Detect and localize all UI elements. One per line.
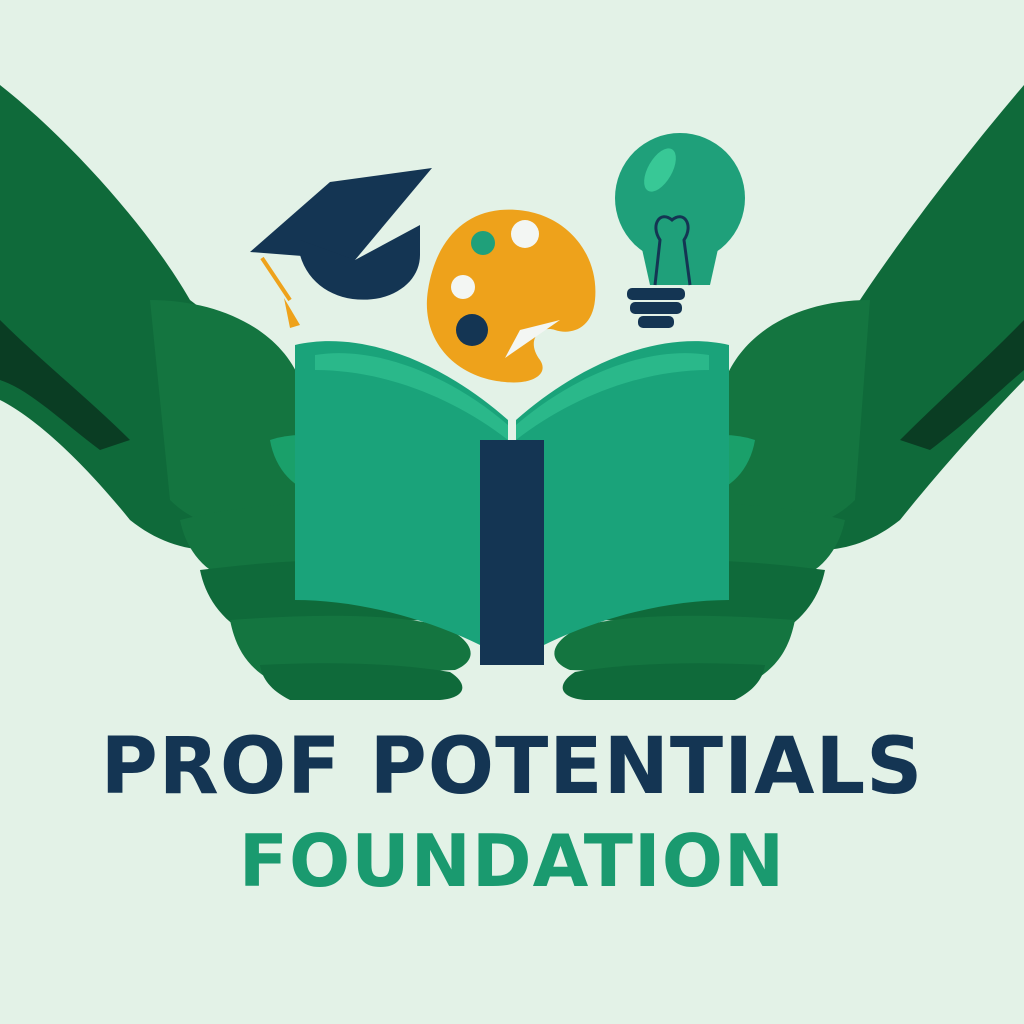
light-bulb-icon (615, 133, 745, 328)
graduation-cap-icon (250, 168, 432, 328)
title-line-2: FOUNDATION (238, 819, 786, 903)
paint-palette-icon (426, 209, 596, 383)
title-line-1: PROF POTENTIALS (100, 722, 924, 812)
logo-artwork (0, 85, 1024, 700)
logo-canvas: PROF POTENTIALS FOUNDATION (0, 0, 1024, 1024)
logo-title: PROF POTENTIALS FOUNDATION (0, 722, 1024, 904)
